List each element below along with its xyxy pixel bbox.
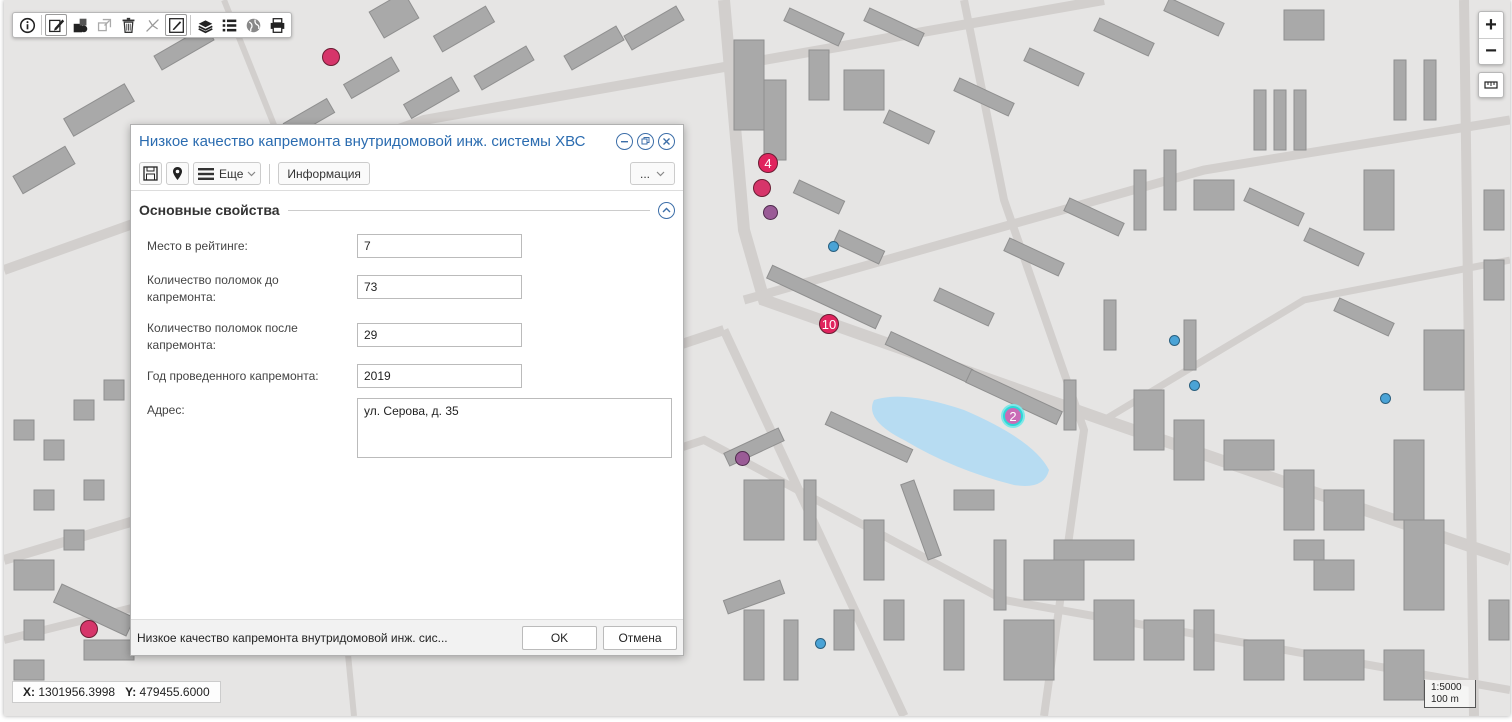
cluster-marker-10[interactable]: 10 — [819, 314, 839, 334]
locate-button[interactable] — [166, 162, 189, 185]
info-button[interactable] — [16, 14, 38, 36]
rank-field[interactable] — [357, 234, 522, 258]
map-marker[interactable] — [322, 48, 340, 66]
copy-icon — [97, 18, 111, 31]
x-value: 1301956.3998 — [38, 685, 116, 699]
map-marker[interactable] — [763, 205, 778, 220]
address-label: Адрес: — [147, 403, 185, 417]
copy-button[interactable] — [93, 14, 115, 36]
cancel-button[interactable]: Отмена — [603, 625, 677, 650]
feature-dialog: Низкое качество капремонта внутридомовой… — [130, 124, 684, 656]
address-field[interactable]: ул. Серова, д. 35 — [357, 398, 672, 458]
footer-feature-name: Низкое качество капремонта внутридомовой… — [137, 630, 448, 645]
dialog-toolbar: Еще Информация ... — [131, 157, 683, 191]
chevron-down-icon — [247, 171, 256, 176]
scale-bar: 1:5000 100 m — [1424, 680, 1476, 708]
print-icon — [270, 17, 284, 33]
edit-geometry-button[interactable] — [165, 14, 187, 36]
edit-button[interactable] — [45, 14, 67, 36]
map-toolbar — [12, 12, 292, 38]
map-marker[interactable] — [1189, 380, 1200, 391]
map-marker[interactable] — [753, 179, 771, 197]
breakdowns-after-label: Количество поломок после капремонта: — [147, 321, 298, 352]
minimize-icon — [621, 140, 628, 142]
info-icon — [19, 17, 35, 33]
map-marker[interactable] — [815, 638, 826, 649]
overflow-menu-button[interactable]: ... — [630, 162, 675, 185]
save-icon — [143, 166, 158, 181]
more-menu-button[interactable]: Еще — [193, 162, 262, 185]
close-icon — [663, 137, 670, 145]
map-marker[interactable] — [828, 241, 839, 252]
y-label: Y: — [125, 685, 137, 699]
cursor-coordinates: X: 1301956.3998 Y: 479455.6000 — [12, 681, 221, 703]
zoom-control: + − — [1478, 11, 1504, 65]
more-menu-label: Еще — [219, 166, 244, 181]
measure-button[interactable] — [1478, 72, 1504, 98]
minimize-button[interactable] — [616, 132, 633, 150]
cluster-marker-4[interactable]: 4 — [758, 153, 778, 173]
repair-year-label: Год проведенного капремонта: — [147, 369, 319, 383]
legend-button[interactable] — [218, 14, 240, 36]
split-icon — [145, 18, 159, 32]
menu-icon — [198, 167, 214, 180]
layers-button[interactable] — [194, 14, 216, 36]
close-button[interactable] — [658, 132, 675, 150]
shapes-icon — [73, 18, 87, 32]
chevron-up-icon — [662, 207, 671, 212]
dialog-title: Низкое качество капремонта внутридомовой… — [139, 132, 586, 150]
basemap-button[interactable] — [242, 14, 264, 36]
info-tab-button[interactable]: Информация — [278, 162, 370, 185]
map-marker[interactable] — [80, 620, 98, 638]
chevron-down-icon — [656, 171, 665, 176]
dialog-header[interactable]: Низкое качество капремонта внутридомовой… — [131, 125, 683, 157]
map-pin-icon — [173, 167, 182, 180]
breakdowns-before-label: Количество поломок до капремонта: — [147, 273, 279, 304]
map-marker[interactable] — [735, 451, 750, 466]
breakdowns-after-field[interactable] — [357, 323, 522, 347]
x-label: X: — [23, 685, 35, 699]
scale-ratio: 1:5000 — [1431, 682, 1462, 693]
breakdowns-before-field[interactable] — [357, 275, 522, 299]
trash-icon — [122, 17, 134, 33]
y-value: 479455.6000 — [139, 685, 210, 699]
edit-box-icon — [168, 17, 184, 33]
globe-icon — [246, 18, 260, 32]
map-marker[interactable] — [1380, 393, 1391, 404]
restore-button[interactable] — [637, 132, 654, 150]
edit-icon — [48, 19, 64, 32]
print-button[interactable] — [266, 14, 288, 36]
dialog-footer: Низкое качество капремонта внутридомовой… — [131, 619, 683, 655]
ok-button[interactable]: OK — [522, 625, 597, 650]
restore-icon — [641, 136, 650, 144]
section-collapse-button[interactable] — [658, 201, 675, 219]
pond — [872, 396, 1049, 486]
rank-label: Место в рейтинге: — [147, 239, 248, 253]
zoom-in-button[interactable]: + — [1479, 12, 1503, 38]
repair-year-field[interactable] — [357, 364, 522, 388]
map-marker[interactable] — [1169, 335, 1180, 346]
overflow-menu-label: ... — [639, 166, 650, 181]
layers-icon — [197, 19, 213, 33]
zoom-out-button[interactable]: − — [1479, 38, 1503, 64]
section-header: Основные свойства — [131, 201, 683, 219]
split-button[interactable] — [141, 14, 163, 36]
delete-button[interactable] — [117, 14, 139, 36]
list-icon — [222, 19, 236, 31]
scale-distance: 100 m — [1431, 694, 1459, 705]
section-title: Основные свойства — [139, 202, 280, 218]
ruler-icon — [1484, 81, 1498, 89]
save-button[interactable] — [139, 162, 162, 185]
cluster-marker-selected[interactable]: 2 — [1003, 406, 1023, 426]
shapes-button[interactable] — [69, 14, 91, 36]
